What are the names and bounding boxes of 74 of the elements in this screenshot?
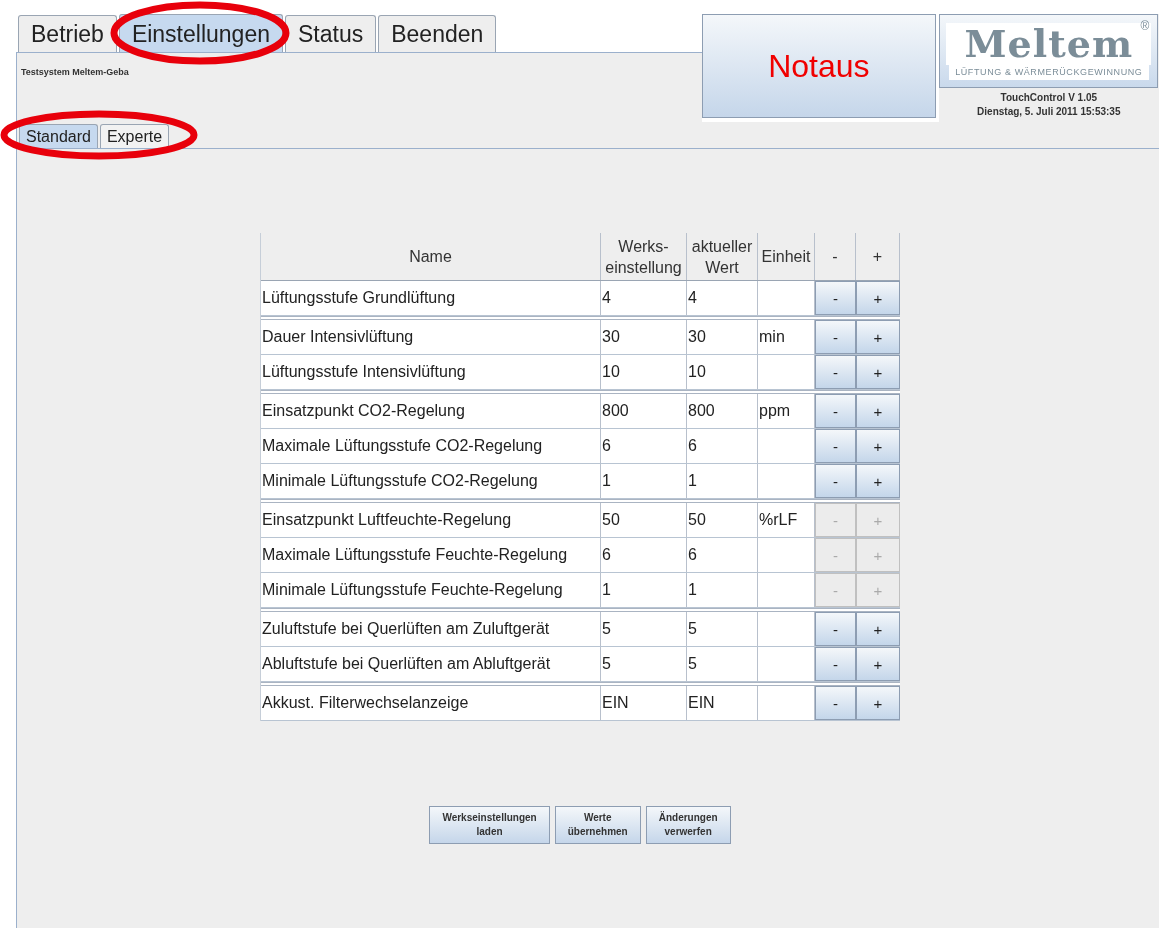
tab[interactable]: Betrieb — [18, 15, 117, 52]
table-cell: 10 — [687, 355, 758, 389]
table-cell: Akkust. Filterwechselanzeige — [261, 686, 601, 720]
version-label: TouchControl V 1.05 — [1000, 91, 1098, 105]
action-button[interactable]: Änderungen verwerfen — [645, 806, 731, 844]
table-cell: 4 — [601, 281, 687, 315]
table-cell: 50 — [687, 503, 758, 537]
increment-button[interactable]: + — [856, 686, 900, 720]
table-cell: Maximale Lüftungsstufe Feuchte-Regelung — [261, 538, 601, 572]
column-header: - — [815, 233, 856, 280]
table-cell: 6 — [687, 538, 758, 572]
table-cell: 800 — [601, 394, 687, 428]
table-cell: 6 — [601, 429, 687, 463]
decrement-button[interactable]: - — [815, 686, 856, 720]
increment-button[interactable]: + — [856, 647, 900, 681]
emergency-stop-button[interactable]: Notaus — [702, 14, 936, 118]
table-cell: 30 — [687, 320, 758, 354]
table-cell: Minimale Lüftungsstufe CO2-Regelung — [261, 464, 601, 498]
table-cell: 800 — [687, 394, 758, 428]
tab[interactable]: Standard — [19, 124, 98, 148]
date-time: Dienstag, 5. Juli 2011 15:53:35 — [977, 105, 1121, 119]
increment-button[interactable]: + — [856, 281, 900, 315]
table-cell: 6 — [687, 429, 758, 463]
column-header: Name — [261, 233, 601, 280]
increment-button[interactable]: + — [856, 429, 900, 463]
column-header: aktueller Wert — [687, 233, 758, 280]
table-cell: Dauer Intensivlüftung — [261, 320, 601, 354]
increment-button[interactable]: + — [856, 394, 900, 428]
tab[interactable]: Status — [285, 15, 377, 52]
table-cell: 1 — [687, 464, 758, 498]
table-cell: 5 — [601, 612, 687, 646]
increment-button[interactable]: + — [856, 612, 900, 646]
action-button[interactable]: Werkseinstellungen laden — [429, 806, 550, 844]
tab[interactable]: Beenden — [378, 15, 497, 52]
system-name: Testsystem Meltem-Geba — [21, 67, 129, 77]
table-cell: 1 — [601, 573, 687, 607]
column-header: + — [856, 233, 900, 280]
action-button[interactable]: Werte übernehmen — [554, 806, 641, 844]
decrement-button[interactable]: - — [815, 394, 856, 428]
column-header: Einheit — [758, 233, 815, 280]
table-cell: 5 — [687, 612, 758, 646]
table-cell: Maximale Lüftungsstufe CO2-Regelung — [261, 429, 601, 463]
decrement-button[interactable]: - — [815, 464, 856, 498]
table-cell: 6 — [601, 538, 687, 572]
table-cell: 10 — [601, 355, 687, 389]
table-cell: EIN — [687, 686, 758, 720]
increment-button[interactable]: + — [856, 464, 900, 498]
table-cell: Minimale Lüftungsstufe Feuchte-Regelung — [261, 573, 601, 607]
table-cell: Abluftstufe bei Querlüften am Abluftgerät — [261, 647, 601, 681]
table-cell: 30 — [601, 320, 687, 354]
increment-button[interactable]: + — [856, 355, 900, 389]
table-cell: Lüftungsstufe Intensivlüftung — [261, 355, 601, 389]
decrement-button[interactable]: - — [815, 612, 856, 646]
table-cell: Einsatzpunkt CO2-Regelung — [261, 394, 601, 428]
table-cell: Lüftungsstufe Grundlüftung — [261, 281, 601, 315]
table-cell: Zuluftstufe bei Querlüften am Zuluftgerät — [261, 612, 601, 646]
tab[interactable]: Einstellungen — [118, 14, 283, 52]
table-cell: 50 — [601, 503, 687, 537]
decrement-button[interactable]: - — [815, 429, 856, 463]
increment-button[interactable]: + — [856, 320, 900, 354]
table-cell: 5 — [687, 647, 758, 681]
table-cell: 1 — [687, 573, 758, 607]
tab[interactable]: Experte — [99, 124, 170, 148]
logo: Meltem ® LÜFTUNG & WÄRMERÜCKGEWINNUNG — [939, 14, 1159, 88]
table-cell: 5 — [601, 647, 687, 681]
decrement-button[interactable]: - — [815, 281, 856, 315]
table-cell: 1 — [601, 464, 687, 498]
table-cell: EIN — [601, 686, 687, 720]
decrement-button[interactable]: - — [815, 355, 856, 389]
table-cell: 4 — [687, 281, 758, 315]
decrement-button[interactable]: - — [815, 647, 856, 681]
table-cell: Einsatzpunkt Luftfeuchte-Regelung — [261, 503, 601, 537]
decrement-button[interactable]: - — [815, 320, 856, 354]
column-header: Werks- einstellung — [601, 233, 687, 280]
